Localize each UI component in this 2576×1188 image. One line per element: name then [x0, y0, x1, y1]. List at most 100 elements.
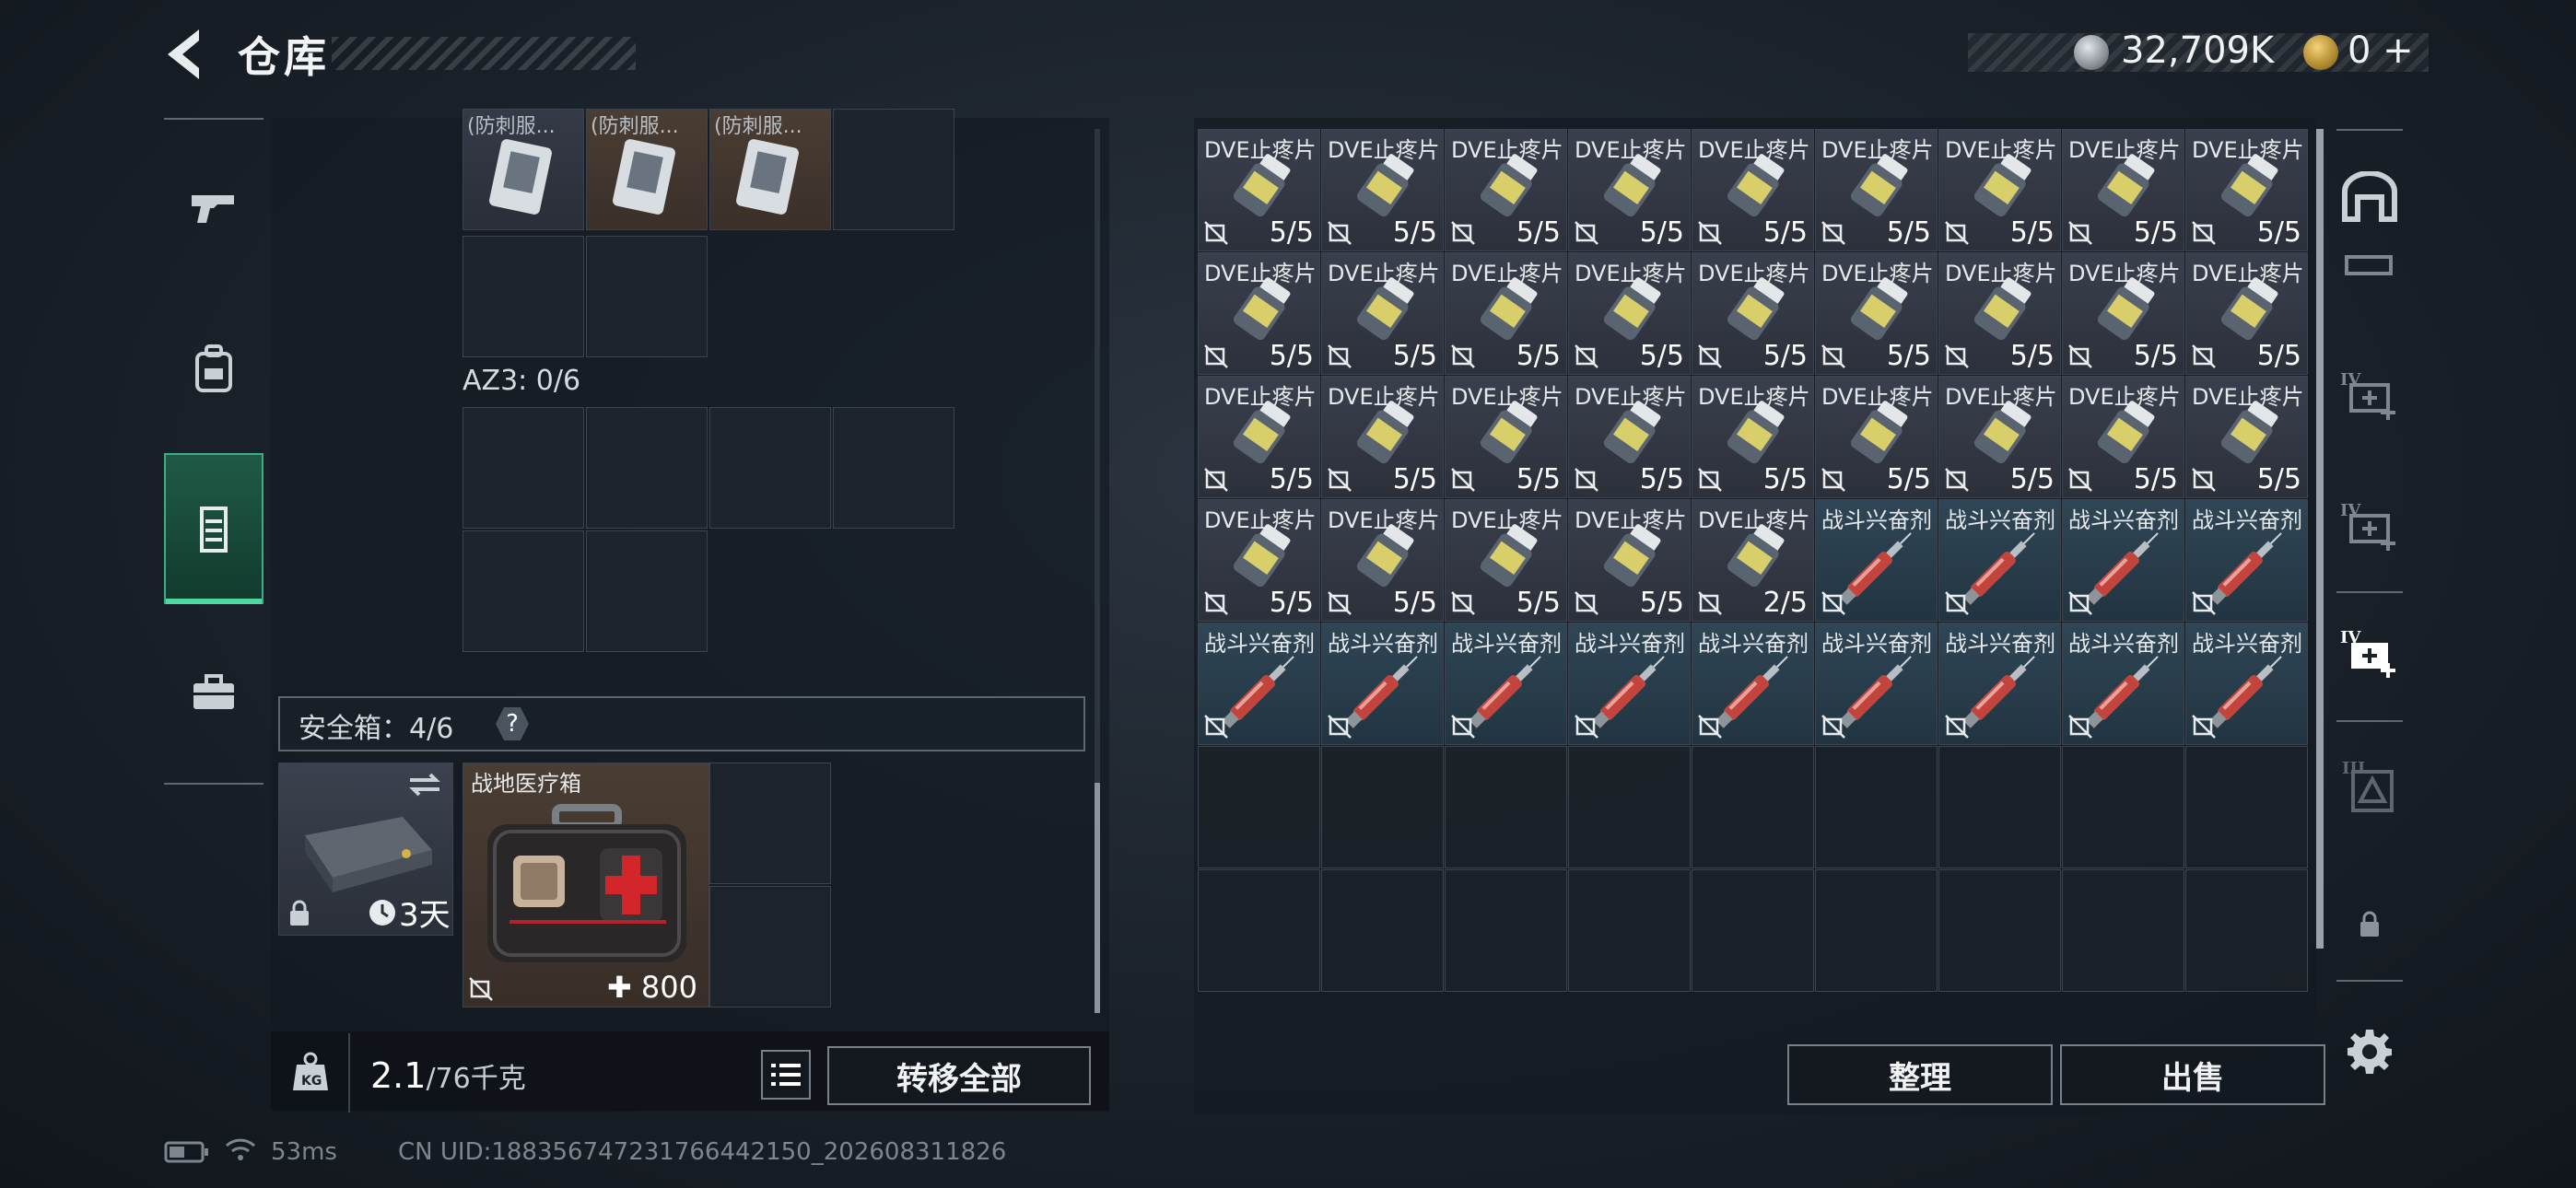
- swap-icon[interactable]: [406, 771, 443, 798]
- stash-item-painkiller[interactable]: DVE止疼片 5/5: [1938, 376, 2061, 498]
- stash-item-painkiller[interactable]: DVE止疼片 5/5: [2062, 252, 2184, 375]
- stash-item-stim[interactable]: 战斗兴奋剂: [1938, 623, 2061, 745]
- stash-item-painkiller[interactable]: DVE止疼片 5/5: [1198, 129, 1320, 251]
- safe-case-slot[interactable]: 3天: [278, 763, 453, 936]
- medkit-slot[interactable]: 战地医疗箱 ✚ 800: [463, 763, 709, 1007]
- stash-item-stim[interactable]: 战斗兴奋剂: [2062, 499, 2184, 622]
- stash-cell-empty[interactable]: [2185, 869, 2308, 992]
- az3-slot[interactable]: [709, 407, 831, 529]
- stash-item-stim[interactable]: 战斗兴奋剂: [1568, 623, 1691, 745]
- stash-item-painkiller[interactable]: DVE止疼片 5/5: [1321, 252, 1444, 375]
- stash-item-stim[interactable]: 战斗兴奋剂: [2185, 623, 2308, 745]
- stash-item-painkiller[interactable]: DVE止疼片 5/5: [1815, 129, 1938, 251]
- az3-slot[interactable]: [463, 407, 584, 529]
- transfer-all-button[interactable]: 转移全部: [827, 1046, 1091, 1105]
- rail-medical-tier4b[interactable]: IV: [2336, 492, 2403, 558]
- rail-all-category[interactable]: [2336, 164, 2403, 230]
- gold-amount[interactable]: 0 +: [2348, 29, 2414, 72]
- stash-item-stim[interactable]: 战斗兴奋剂: [1815, 499, 1938, 622]
- sell-button[interactable]: 出售: [2060, 1044, 2325, 1105]
- rail-category-cut[interactable]: [2336, 249, 2403, 285]
- stash-cell-empty[interactable]: [1568, 746, 1691, 868]
- stash-item-painkiller[interactable]: DVE止疼片 5/5: [1445, 129, 1567, 251]
- stash-cell-empty[interactable]: [1568, 869, 1691, 992]
- stash-item-painkiller[interactable]: DVE止疼片 5/5: [1568, 376, 1691, 498]
- stash-cell-empty[interactable]: [1692, 869, 1814, 992]
- inventory-slot-armor-plate[interactable]: (防刺服...: [586, 109, 708, 230]
- inventory-slot-armor-plate[interactable]: (防刺服...: [709, 109, 831, 230]
- stash-cell-empty[interactable]: [1815, 746, 1938, 868]
- stash-item-painkiller[interactable]: DVE止疼片 5/5: [1568, 499, 1691, 622]
- sort-button[interactable]: 整理: [1787, 1044, 2053, 1105]
- stash-item-painkiller[interactable]: DVE止疼片 5/5: [1321, 499, 1444, 622]
- inventory-slot-empty[interactable]: [463, 236, 584, 357]
- inventory-slot-armor-plate[interactable]: (防刺服...: [463, 109, 584, 230]
- az3-slot[interactable]: [463, 530, 584, 652]
- back-arrow-icon[interactable]: [162, 26, 206, 83]
- stash-cell-empty[interactable]: [2185, 746, 2308, 868]
- container-scroll-thumb[interactable]: [1095, 783, 1100, 1013]
- rail-medical-tier4-selected[interactable]: IV: [2336, 619, 2403, 685]
- settings-button[interactable]: [2336, 1019, 2403, 1085]
- stash-item-painkiller[interactable]: DVE止疼片 5/5: [1198, 252, 1320, 375]
- stash-item-painkiller[interactable]: DVE止疼片 5/5: [1198, 376, 1320, 498]
- stash-cell-empty[interactable]: [1445, 869, 1567, 992]
- stash-item-painkiller[interactable]: DVE止疼片 5/5: [1938, 129, 2061, 251]
- stash-item-painkiller[interactable]: DVE止疼片 5/5: [1692, 252, 1814, 375]
- stash-item-painkiller[interactable]: DVE止疼片 5/5: [2185, 129, 2308, 251]
- stash-cell-empty[interactable]: [1321, 746, 1444, 868]
- stash-cell-empty[interactable]: [1198, 869, 1320, 992]
- stash-item-stim[interactable]: 战斗兴奋剂: [1198, 623, 1320, 745]
- rail-armor-tier3[interactable]: III: [2336, 753, 2403, 820]
- stash-item-painkiller[interactable]: DVE止疼片 5/5: [2062, 129, 2184, 251]
- inventory-slot-empty[interactable]: [586, 236, 708, 357]
- stash-cell-empty[interactable]: [1198, 746, 1320, 868]
- stash-item-painkiller[interactable]: DVE止疼片 5/5: [2185, 252, 2308, 375]
- stash-item-painkiller[interactable]: DVE止疼片 5/5: [1815, 252, 1938, 375]
- stash-item-painkiller[interactable]: DVE止疼片 5/5: [1815, 376, 1938, 498]
- stash-item-painkiller[interactable]: DVE止疼片 2/5: [1692, 499, 1814, 622]
- stash-item-stim[interactable]: 战斗兴奋剂: [1445, 623, 1567, 745]
- stash-item-painkiller[interactable]: DVE止疼片 5/5: [1321, 129, 1444, 251]
- stash-item-painkiller[interactable]: DVE止疼片 5/5: [2185, 376, 2308, 498]
- nav-chest-rig-tab[interactable]: [164, 453, 263, 604]
- stash-item-stim[interactable]: 战斗兴奋剂: [1692, 623, 1814, 745]
- stash-cell-empty[interactable]: [1445, 746, 1567, 868]
- inventory-slot-empty[interactable]: [833, 109, 954, 230]
- stash-item-painkiller[interactable]: DVE止疼片 5/5: [1568, 129, 1691, 251]
- stash-item-painkiller[interactable]: DVE止疼片 5/5: [1445, 252, 1567, 375]
- az3-slot[interactable]: [586, 530, 708, 652]
- rail-medical-tier4[interactable]: IV: [2336, 361, 2403, 427]
- stash-item-painkiller[interactable]: DVE止疼片 5/5: [1938, 252, 2061, 375]
- safe-box-slot[interactable]: [709, 886, 831, 1007]
- stash-item-painkiller[interactable]: DVE止疼片 5/5: [1445, 376, 1567, 498]
- stash-cell-empty[interactable]: [1938, 869, 2061, 992]
- nav-weapon-tab[interactable]: [164, 153, 263, 263]
- stash-item-painkiller[interactable]: DVE止疼片 5/5: [1568, 252, 1691, 375]
- stash-cell-empty[interactable]: [1692, 746, 1814, 868]
- stash-item-painkiller[interactable]: DVE止疼片 5/5: [1198, 499, 1320, 622]
- stash-item-painkiller[interactable]: DVE止疼片 5/5: [1692, 376, 1814, 498]
- stash-item-painkiller[interactable]: DVE止疼片 5/5: [1445, 499, 1567, 622]
- list-view-button[interactable]: [761, 1050, 811, 1100]
- stash-item-painkiller[interactable]: DVE止疼片 5/5: [1321, 376, 1444, 498]
- stash-scrollbar[interactable]: [2316, 129, 2324, 949]
- az3-slot[interactable]: [586, 407, 708, 529]
- stash-cell-empty[interactable]: [1815, 869, 1938, 992]
- az3-slot[interactable]: [833, 407, 954, 529]
- stash-cell-empty[interactable]: [2062, 746, 2184, 868]
- stash-item-stim[interactable]: 战斗兴奋剂: [1938, 499, 2061, 622]
- nav-toolbox-tab[interactable]: [164, 637, 263, 748]
- stash-cell-empty[interactable]: [1321, 869, 1444, 992]
- stash-item-stim[interactable]: 战斗兴奋剂: [2185, 499, 2308, 622]
- stash-item-stim[interactable]: 战斗兴奋剂: [1815, 623, 1938, 745]
- stash-cell-empty[interactable]: [2062, 869, 2184, 992]
- nav-backpack-tab[interactable]: [164, 313, 263, 424]
- safe-box-slot[interactable]: [709, 763, 831, 884]
- stash-item-painkiller[interactable]: DVE止疼片 5/5: [1692, 129, 1814, 251]
- stash-cell-empty[interactable]: [1938, 746, 2061, 868]
- stash-item-stim[interactable]: 战斗兴奋剂: [1321, 623, 1444, 745]
- rail-locked-category[interactable]: [2336, 891, 2403, 958]
- stash-item-painkiller[interactable]: DVE止疼片 5/5: [2062, 376, 2184, 498]
- stash-item-stim[interactable]: 战斗兴奋剂: [2062, 623, 2184, 745]
